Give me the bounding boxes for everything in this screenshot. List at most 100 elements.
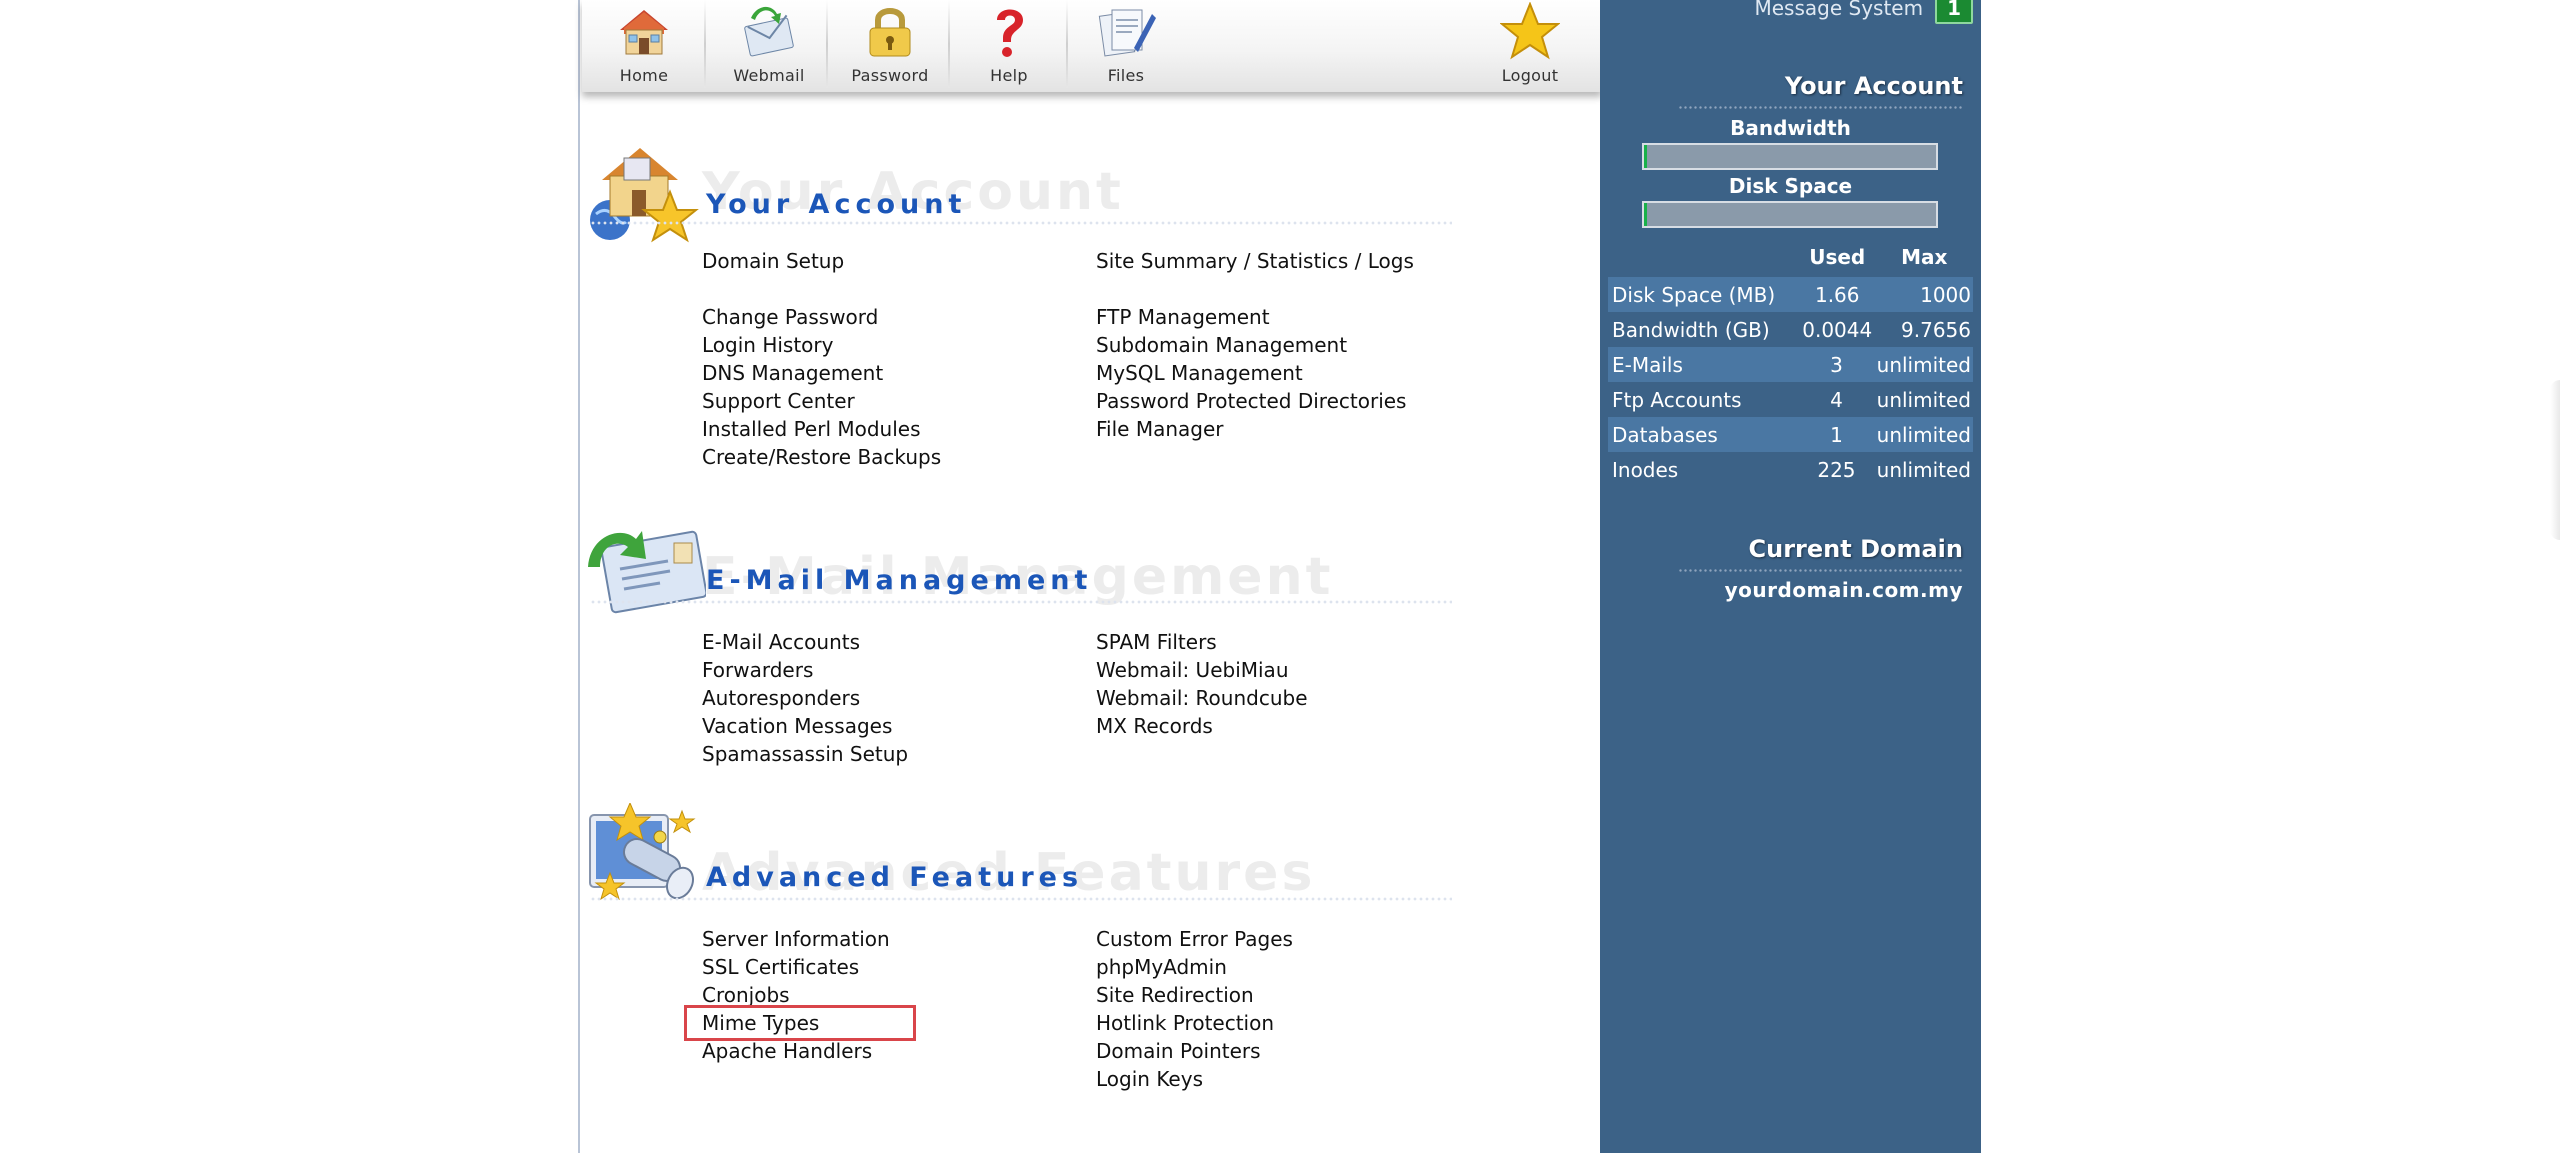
email-links-left: E-Mail Accounts Forwarders Autoresponder… <box>702 628 908 768</box>
webmail-icon <box>737 0 801 60</box>
usage-table: Used Max Disk Space (MB) 1.66 1000 Bandw… <box>1608 237 1973 487</box>
link-login-keys[interactable]: Login Keys <box>1096 1065 1293 1093</box>
message-system-label: Message System <box>1754 0 1924 20</box>
account-links-right: Site Summary / Statistics / Logs FTP Man… <box>1096 247 1414 443</box>
toolbar-separator <box>1066 0 1068 88</box>
link-email-accounts[interactable]: E-Mail Accounts <box>702 628 908 656</box>
top-toolbar: Home Webmail Password Help Files Logout <box>582 0 1602 92</box>
usage-used: 225 <box>1817 457 1856 482</box>
usage-used: 3 <box>1830 352 1843 377</box>
dotted-divider <box>1678 106 1963 109</box>
link-installed-perl-modules[interactable]: Installed Perl Modules <box>702 415 941 443</box>
link-ssl-certificates[interactable]: SSL Certificates <box>702 953 890 981</box>
account-sidebar: Message System 1 Your Account Bandwidth … <box>1600 0 1981 1153</box>
toolbar-webmail-label: Webmail <box>733 66 805 85</box>
usage-name: Ftp Accounts <box>1612 387 1742 412</box>
toolbar-logout-label: Logout <box>1501 66 1559 85</box>
link-vacation-messages[interactable]: Vacation Messages <box>702 712 908 740</box>
usage-max: unlimited <box>1876 387 1971 412</box>
usage-name: Bandwidth (GB) <box>1612 317 1770 342</box>
link-autoresponders[interactable]: Autoresponders <box>702 684 908 712</box>
usage-max: 9.7656 <box>1901 317 1971 342</box>
dotted-divider <box>590 600 1452 604</box>
section-title: Advanced Features <box>706 862 1084 893</box>
email-links-right: SPAM Filters Webmail: UebiMiau Webmail: … <box>1096 628 1308 740</box>
bandwidth-meter-fill <box>1644 145 1647 168</box>
usage-max: unlimited <box>1876 352 1971 377</box>
link-login-history[interactable]: Login History <box>702 331 941 359</box>
main-panel: Home Webmail Password Help Files Logout … <box>578 0 1602 1153</box>
toolbar-home-button[interactable]: Home <box>602 0 686 92</box>
usage-used: 1 <box>1830 422 1843 447</box>
link-subdomain-management[interactable]: Subdomain Management <box>1096 331 1414 359</box>
dotted-divider <box>590 221 1452 225</box>
link-mx-records[interactable]: MX Records <box>1096 712 1308 740</box>
toolbar-password-button[interactable]: Password <box>840 0 940 92</box>
link-password-protected-directories[interactable]: Password Protected Directories <box>1096 387 1414 415</box>
link-dns-management[interactable]: DNS Management <box>702 359 941 387</box>
link-phpmyadmin[interactable]: phpMyAdmin <box>1096 953 1293 981</box>
page-container: Home Webmail Password Help Files Logout … <box>578 0 1981 1153</box>
question-icon <box>977 0 1041 60</box>
link-ftp-management[interactable]: FTP Management <box>1096 303 1414 331</box>
section-title: E-Mail Management <box>706 565 1093 596</box>
link-file-manager[interactable]: File Manager <box>1096 415 1414 443</box>
link-webmail-uebimiau[interactable]: Webmail: UebiMiau <box>1096 656 1308 684</box>
link-site-summary[interactable]: Site Summary / Statistics / Logs <box>1096 247 1414 275</box>
link-site-redirection[interactable]: Site Redirection <box>1096 981 1293 1009</box>
link-create-restore-backups[interactable]: Create/Restore Backups <box>702 443 941 471</box>
files-icon <box>1094 0 1158 60</box>
toolbar-help-label: Help <box>990 66 1028 85</box>
usage-row: Inodes 225 unlimited <box>1608 452 1973 487</box>
lock-icon <box>858 0 922 60</box>
dotted-divider <box>1678 569 1963 572</box>
envelope-arrow-icon <box>584 517 708 627</box>
usage-name: E-Mails <box>1612 352 1683 377</box>
usage-max: 1000 <box>1920 282 1971 307</box>
usage-row: E-Mails 3 unlimited <box>1608 347 1973 382</box>
link-server-information[interactable]: Server Information <box>702 925 890 953</box>
usage-max: unlimited <box>1876 457 1971 482</box>
link-spam-filters[interactable]: SPAM Filters <box>1096 628 1308 656</box>
link-apache-handlers[interactable]: Apache Handlers <box>702 1037 890 1065</box>
link-spamassassin-setup[interactable]: Spamassassin Setup <box>702 740 908 768</box>
usage-name: Disk Space (MB) <box>1612 282 1776 307</box>
link-domain-setup[interactable]: Domain Setup <box>702 247 941 275</box>
disk-space-label: Disk Space <box>1728 174 1853 198</box>
toolbar-help-button[interactable]: Help <box>966 0 1052 92</box>
bandwidth-label: Bandwidth <box>1730 116 1851 140</box>
toolbar-separator <box>826 0 828 88</box>
advanced-links-left: Server Information SSL Certificates Cron… <box>702 925 890 1065</box>
message-count-badge[interactable]: 1 <box>1935 0 1973 24</box>
message-system[interactable]: Message System 1 <box>1754 0 1973 24</box>
link-mysql-management[interactable]: MySQL Management <box>1096 359 1414 387</box>
section-title: Your Account <box>706 189 967 220</box>
dotted-divider <box>590 897 1452 901</box>
usage-row: Bandwidth (GB) 0.0044 9.7656 <box>1608 312 1973 347</box>
usage-used: 4 <box>1830 387 1843 412</box>
link-forwarders[interactable]: Forwarders <box>702 656 908 684</box>
link-custom-error-pages[interactable]: Custom Error Pages <box>1096 925 1293 953</box>
link-webmail-roundcube[interactable]: Webmail: Roundcube <box>1096 684 1308 712</box>
usage-row: Databases 1 unlimited <box>1608 417 1973 452</box>
advanced-links-right: Custom Error Pages phpMyAdmin Site Redir… <box>1096 925 1293 1093</box>
link-hotlink-protection[interactable]: Hotlink Protection <box>1096 1009 1293 1037</box>
current-domain-value: yourdomain.com.my <box>1724 578 1963 602</box>
usage-header-used: Used <box>1809 245 1866 269</box>
toolbar-files-button[interactable]: Files <box>1082 0 1170 92</box>
usage-table-header: Used Max <box>1608 237 1973 277</box>
link-change-password[interactable]: Change Password <box>702 303 941 331</box>
toolbar-home-label: Home <box>619 66 669 85</box>
star-icon <box>1498 0 1562 60</box>
highlight-box <box>684 1005 916 1041</box>
usage-used: 0.0044 <box>1802 317 1873 342</box>
account-links-left: Domain Setup Change Password Login Histo… <box>702 247 941 471</box>
toolbar-logout-button[interactable]: Logout <box>1488 0 1572 92</box>
page-edge-shadow <box>2550 380 2560 540</box>
toolbar-webmail-button[interactable]: Webmail <box>720 0 818 92</box>
link-support-center[interactable]: Support Center <box>702 387 941 415</box>
usage-row: Disk Space (MB) 1.66 1000 <box>1608 277 1973 312</box>
link-domain-pointers[interactable]: Domain Pointers <box>1096 1037 1293 1065</box>
